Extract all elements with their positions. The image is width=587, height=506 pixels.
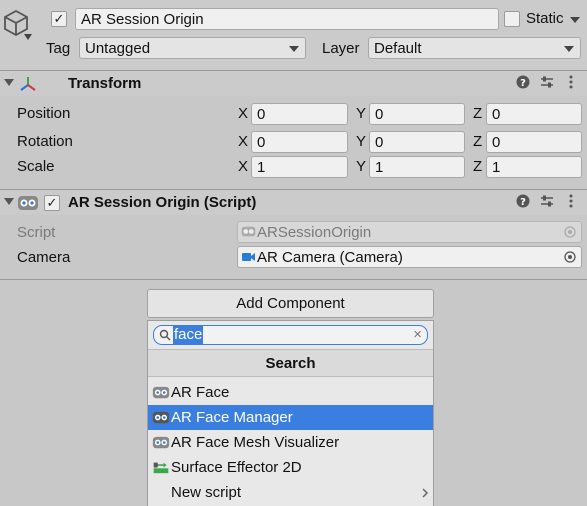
rotation-z-field[interactable]: 0 [486,131,582,153]
add-component-button[interactable]: Add Component [147,289,434,318]
svg-text:?: ? [520,197,526,208]
camera-icon [242,253,255,261]
script-icon [152,436,170,449]
enabled-checkbox[interactable]: ✓ [44,195,60,211]
add-component-menu: face × Search AR Face AR Face Manager AR… [147,320,434,506]
svg-text:?: ? [520,78,526,89]
scale-z-field[interactable]: 1 [486,156,582,178]
camera-value: AR Camera (Camera) [257,249,403,266]
script-icon [152,411,170,424]
transform-header[interactable]: Transform ? [0,70,587,96]
menu-item-label: AR Face Manager [171,409,293,426]
active-checkbox[interactable]: ✓ [51,11,67,27]
layer-dropdown[interactable]: Default [368,37,581,59]
layer-label: Layer [322,40,360,57]
script-field: ARSessionOrigin [237,221,582,243]
object-picker-icon[interactable] [564,251,576,263]
script-component-icon [18,196,38,210]
menu-item-ar-face-mesh-visualizer[interactable]: AR Face Mesh Visualizer [148,430,433,455]
menu-item-label: AR Face [171,384,230,401]
rotation-y-field[interactable]: 0 [369,131,465,153]
tag-dropdown[interactable]: Untagged [79,37,306,59]
menu-item-label: Surface Effector 2D [171,459,302,476]
kebab-menu-icon[interactable] [568,75,574,92]
axis-z-label[interactable]: Z [473,105,482,123]
gameobject-header: ✓ AR Session Origin Static Tag Untagged … [0,0,587,70]
axis-x-label[interactable]: X [238,133,248,151]
scale-y-field[interactable]: 1 [369,156,465,178]
search-value: face [173,326,204,344]
chevron-down-icon [289,46,299,52]
position-y-field[interactable]: 0 [369,103,465,125]
help-icon[interactable]: ? [516,194,530,211]
menu-item-new-script[interactable]: New script [148,480,433,505]
menu-item-ar-face-manager[interactable]: AR Face Manager [148,405,433,430]
layer-value: Default [374,40,422,57]
preset-icon[interactable] [540,75,554,92]
position-z-field[interactable]: 0 [486,103,582,125]
camera-label: Camera [17,249,71,266]
axis-x-label[interactable]: X [238,105,248,123]
add-component-label: Add Component [236,295,345,312]
script-component-header[interactable]: ✓ AR Session Origin (Script) ? [0,189,587,215]
script-component-body: Script ARSessionOrigin Camera AR Camera … [0,216,587,280]
position-x-field[interactable]: 0 [251,103,348,125]
axis-y-label[interactable]: Y [356,158,366,176]
axis-y-label[interactable]: Y [356,105,366,123]
menu-item-ar-face[interactable]: AR Face [148,380,433,405]
menu-item-surface-effector-2d[interactable]: Surface Effector 2D [148,455,433,480]
rotation-x-field[interactable]: 0 [251,131,348,153]
icon-dropdown-caret[interactable] [24,34,32,40]
foldout-arrow-icon[interactable] [4,79,14,86]
scale-label: Scale [17,158,55,175]
kebab-menu-icon[interactable] [568,194,574,211]
script-icon [241,226,256,237]
search-input[interactable]: face × [153,325,428,345]
camera-field[interactable]: AR Camera (Camera) [237,246,582,268]
script-value: ARSessionOrigin [257,224,372,241]
transform-icon [20,77,36,91]
axis-y-label[interactable]: Y [356,133,366,151]
menu-item-label: New script [171,484,242,501]
chevron-right-icon [422,488,429,498]
scale-x-field[interactable]: 1 [251,156,348,178]
tag-value: Untagged [85,40,151,57]
search-icon [159,329,171,341]
static-checkbox[interactable] [504,11,520,27]
help-icon[interactable]: ? [516,75,530,92]
object-picker-icon [564,226,576,238]
rotation-label: Rotation [17,133,73,150]
static-label: Static [526,10,564,27]
foldout-arrow-icon[interactable] [4,198,14,205]
chevron-down-icon [564,46,574,52]
axis-x-label[interactable]: X [238,158,248,176]
menu-title: Search [148,349,433,377]
axis-z-label[interactable]: Z [473,133,482,151]
effector-icon [153,462,169,474]
static-dropdown-caret[interactable] [570,17,580,23]
axis-z-label[interactable]: Z [473,158,482,176]
menu-item-label: AR Face Mesh Visualizer [171,434,340,451]
transform-title: Transform [68,75,142,92]
script-label: Script [17,224,56,241]
gameobject-cube-icon[interactable] [2,8,30,36]
position-label: Position [17,105,71,122]
object-name-field[interactable]: AR Session Origin [75,8,499,30]
menu-title-label: Search [265,355,316,372]
clear-search-icon[interactable]: × [413,326,422,344]
tag-label: Tag [46,40,71,57]
script-component-title: AR Session Origin (Script) [68,194,257,211]
script-icon [152,386,170,399]
transform-body: Position X 0 Y 0 Z 0 Rotation X 0 Y 0 Z … [0,97,587,188]
preset-icon[interactable] [540,194,554,211]
